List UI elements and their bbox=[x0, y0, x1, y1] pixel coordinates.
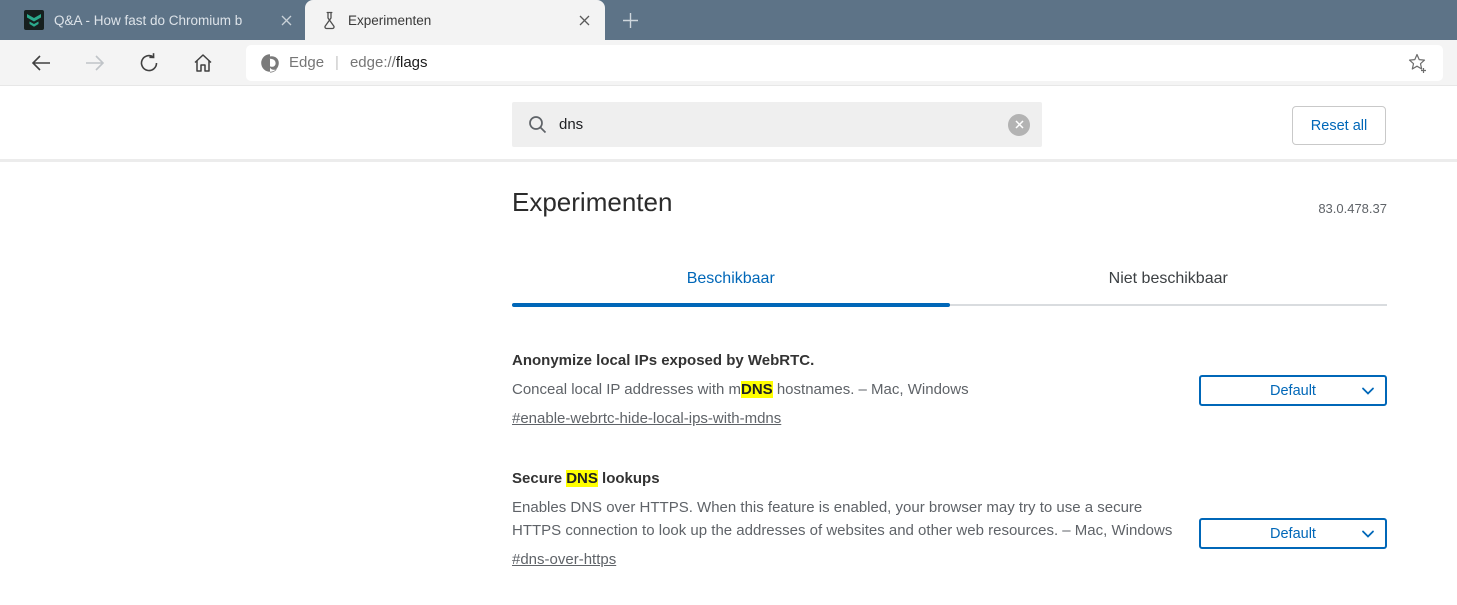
close-icon bbox=[1014, 120, 1024, 129]
close-tab-icon[interactable] bbox=[275, 9, 297, 31]
flag-value-select[interactable]: Default bbox=[1199, 518, 1387, 549]
flags-page-content: Experimenten 83.0.478.37 Beschikbaar Nie… bbox=[512, 162, 1387, 569]
close-tab-icon[interactable] bbox=[573, 9, 595, 31]
address-site-label: Edge bbox=[289, 54, 325, 71]
search-icon bbox=[529, 116, 547, 134]
tab-title: Experimenten bbox=[348, 12, 432, 28]
reset-all-button[interactable]: Reset all bbox=[1292, 106, 1386, 145]
browser-tab-experiments[interactable]: Experimenten bbox=[305, 0, 605, 40]
flag-permalink[interactable]: #dns-over-https bbox=[512, 551, 616, 568]
flask-icon bbox=[324, 11, 335, 29]
favorites-star-icon bbox=[1408, 53, 1426, 73]
forward-button[interactable] bbox=[78, 46, 112, 80]
home-button[interactable] bbox=[186, 46, 220, 80]
tabs-active-indicator bbox=[512, 303, 950, 307]
flag-description: Conceal local IP addresses with mDNS hos… bbox=[512, 381, 969, 398]
plus-icon bbox=[622, 12, 638, 28]
home-icon bbox=[194, 53, 212, 72]
flag-text: Secure DNS lookups Enables DNS over HTTP… bbox=[512, 470, 1180, 569]
flag-row-anonymize-ips: Anonymize local IPs exposed by WebRTC. C… bbox=[512, 352, 1387, 428]
tab-available[interactable]: Beschikbaar bbox=[512, 252, 950, 306]
flag-title: Secure DNS lookups bbox=[512, 470, 660, 487]
browser-tab-qa[interactable]: Q&A - How fast do Chromium b bbox=[10, 0, 305, 40]
search-input[interactable] bbox=[559, 116, 1008, 133]
flags-list: Anonymize local IPs exposed by WebRTC. C… bbox=[512, 352, 1387, 569]
clear-search-button[interactable] bbox=[1008, 113, 1030, 136]
address-separator: | bbox=[335, 54, 339, 71]
refresh-button[interactable] bbox=[132, 46, 166, 80]
forward-arrow-icon bbox=[86, 54, 105, 71]
selected-option-label: Default bbox=[1270, 382, 1316, 399]
address-url-path: flags bbox=[395, 54, 428, 71]
selected-option-label: Default bbox=[1270, 525, 1316, 542]
qa-favicon-icon bbox=[24, 10, 44, 30]
flag-text: Anonymize local IPs exposed by WebRTC. C… bbox=[512, 352, 1180, 428]
flag-value-select[interactable]: Default bbox=[1199, 375, 1387, 406]
flag-description: Enables DNS over HTTPS. When this featur… bbox=[512, 499, 1173, 539]
flags-search-box[interactable] bbox=[512, 102, 1042, 147]
flags-search-row: Reset all bbox=[0, 86, 1457, 162]
address-url-scheme: edge:// bbox=[349, 54, 396, 71]
chevron-down-icon bbox=[1362, 530, 1374, 538]
flag-row-secure-dns: Secure DNS lookups Enables DNS over HTTP… bbox=[512, 470, 1387, 569]
tab-unavailable[interactable]: Niet beschikbaar bbox=[950, 252, 1388, 306]
address-bar[interactable]: Edge | edge://flags bbox=[246, 44, 1443, 81]
new-tab-button[interactable] bbox=[613, 3, 647, 37]
flag-title: Anonymize local IPs exposed by WebRTC. bbox=[512, 352, 815, 369]
tab-title: Q&A - How fast do Chromium b bbox=[54, 12, 243, 28]
back-button[interactable] bbox=[24, 46, 58, 80]
add-favorite-button[interactable] bbox=[1407, 52, 1429, 74]
section-tabs: Beschikbaar Niet beschikbaar bbox=[512, 252, 1388, 307]
refresh-icon bbox=[140, 52, 158, 71]
browser-tab-bar: Q&A - How fast do Chromium b Experimente… bbox=[0, 0, 1457, 40]
edge-logo-icon bbox=[261, 53, 279, 73]
page-title: Experimenten bbox=[512, 187, 673, 217]
chevron-down-icon bbox=[1362, 387, 1374, 395]
title-row: Experimenten 83.0.478.37 bbox=[512, 187, 1387, 231]
browser-toolbar: Edge | edge://flags bbox=[0, 40, 1457, 86]
flag-permalink[interactable]: #enable-webrtc-hide-local-ips-with-mdns bbox=[512, 410, 781, 427]
browser-version: 83.0.478.37 bbox=[1318, 201, 1387, 216]
back-arrow-icon bbox=[31, 54, 50, 71]
